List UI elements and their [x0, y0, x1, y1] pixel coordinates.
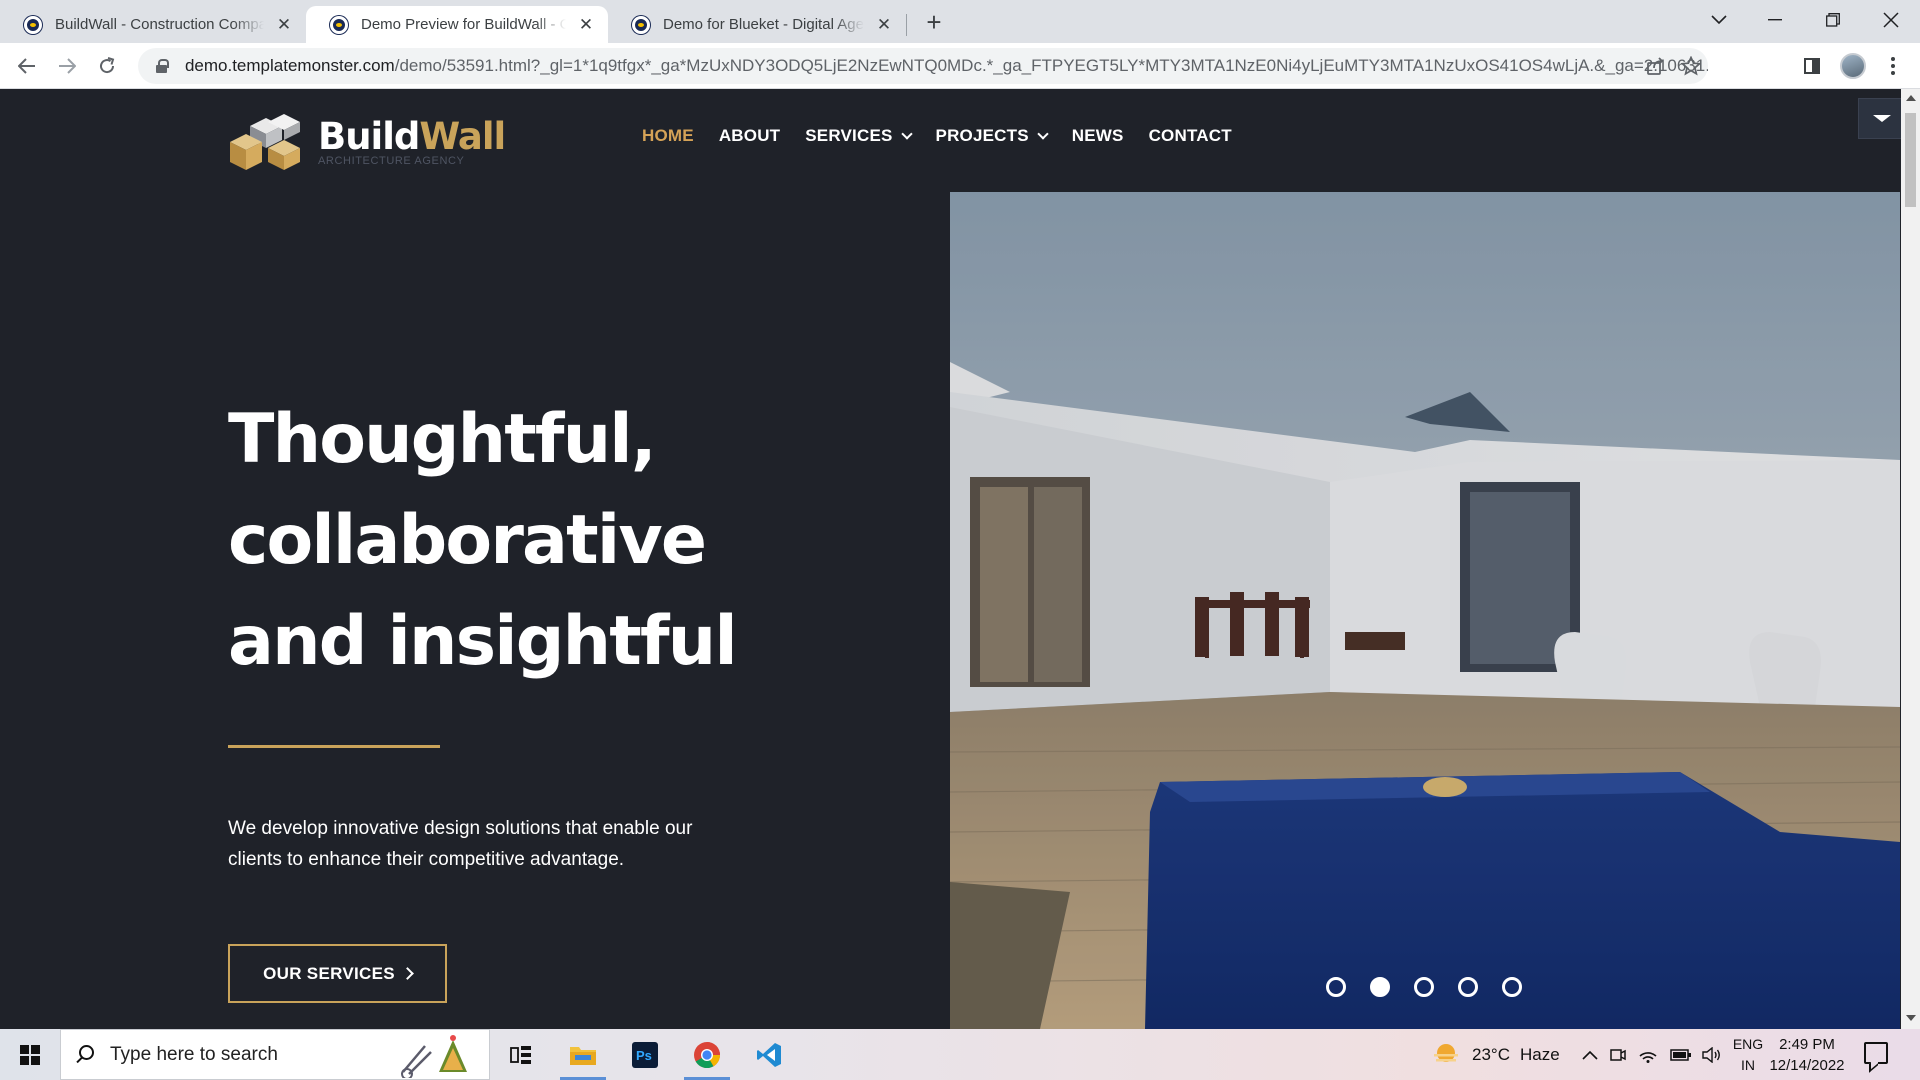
tab-title: BuildWall - Construction Company [55, 16, 264, 33]
star-icon[interactable] [1676, 51, 1706, 81]
weather-temperature[interactable]: 23°C [1472, 1045, 1510, 1065]
search-highlight-icon [401, 1035, 467, 1078]
windows-taskbar: Type here to search Ps 23°C Haze ENG IN [0, 1029, 1920, 1080]
kebab-menu-icon[interactable] [1878, 51, 1908, 81]
browser-tab-3[interactable]: Demo for Blueket - Digital Agency ✕ [608, 6, 906, 43]
notification-icon[interactable] [1864, 1042, 1888, 1064]
slider-dot-active[interactable] [1370, 977, 1390, 997]
chevron-up-icon[interactable] [1582, 1050, 1598, 1060]
nav-item-about[interactable]: ABOUT [719, 126, 780, 146]
share-icon[interactable] [1640, 51, 1670, 81]
chevron-right-icon [401, 967, 414, 980]
scroll-up-arrow-icon[interactable] [1906, 95, 1916, 101]
hero-title: Thoughtful, collaborative and insightful [228, 400, 738, 681]
weather-condition[interactable]: Haze [1520, 1045, 1560, 1065]
clock[interactable]: 2:49 PM 12/14/2022 [1762, 1034, 1852, 1076]
browser-tab-strip: BuildWall - Construction Company ✕ Demo … [0, 0, 1920, 43]
minimize-icon[interactable] [1752, 0, 1798, 40]
our-services-button[interactable]: OUR SERVICES [228, 944, 447, 1003]
clock-date: 12/14/2022 [1769, 1057, 1845, 1074]
logo-cubes-icon [228, 108, 310, 176]
tab-title: Demo Preview for BuildWall - Constructio… [361, 16, 566, 33]
tab-title: Demo for Blueket - Digital Agency [663, 16, 864, 33]
slider-dot[interactable] [1458, 977, 1478, 997]
nav-item-services[interactable]: SERVICES [805, 126, 913, 146]
language-indicator[interactable]: ENG IN [1730, 1034, 1766, 1076]
task-view-icon[interactable] [492, 1029, 550, 1080]
nav-item-projects[interactable]: PROJECTS [936, 126, 1049, 146]
vscode-icon[interactable] [740, 1029, 798, 1080]
close-window-icon[interactable] [1868, 0, 1914, 40]
close-icon[interactable]: ✕ [576, 15, 596, 35]
scroll-down-arrow-icon[interactable] [1906, 1015, 1916, 1021]
close-icon[interactable]: ✕ [874, 15, 894, 35]
favicon-icon [330, 15, 348, 34]
main-navigation: HOME ABOUT SERVICES PROJECTS NEWS CONTAC… [642, 126, 1257, 146]
favicon-icon [632, 15, 650, 34]
lock-icon[interactable] [156, 59, 169, 73]
photoshop-icon[interactable]: Ps [616, 1029, 674, 1080]
sidebar-icon[interactable] [1797, 51, 1827, 81]
tab-search-chevron-icon[interactable] [1696, 0, 1742, 40]
logo-wordmark: BuildWall [318, 115, 506, 158]
system-tray: 23°C Haze [1432, 1029, 1722, 1080]
address-bar[interactable]: demo.templatemonster.com/demo/53591.html… [138, 48, 1708, 84]
browser-tab-2[interactable]: Demo Preview for BuildWall - Constructio… [306, 6, 608, 43]
nav-item-contact[interactable]: CONTACT [1149, 126, 1232, 146]
browser-tab-1[interactable]: BuildWall - Construction Company ✕ [0, 6, 306, 43]
wifi-icon[interactable] [1638, 1047, 1658, 1063]
favicon-icon [24, 15, 42, 34]
search-placeholder: Type here to search [110, 1043, 278, 1065]
chevron-down-icon [900, 128, 913, 140]
scrollbar-thumb[interactable] [1905, 113, 1916, 207]
hero-description: We develop innovative design solutions t… [228, 818, 693, 870]
hero-divider [228, 745, 440, 748]
website-viewport: BuildWall ARCHITECTURE AGENCY HOME ABOUT… [0, 89, 1920, 1029]
svg-text:Ps: Ps [636, 1048, 652, 1063]
browser-toolbar: demo.templatemonster.com/demo/53591.html… [0, 43, 1920, 89]
volume-icon[interactable] [1701, 1046, 1722, 1063]
slider-dot[interactable] [1414, 977, 1434, 997]
slider-dot[interactable] [1502, 977, 1522, 997]
battery-icon[interactable] [1669, 1048, 1692, 1062]
windows-logo-icon [20, 1044, 40, 1065]
reload-icon[interactable] [92, 51, 122, 81]
file-explorer-icon[interactable] [554, 1029, 612, 1080]
slider-dot[interactable] [1326, 977, 1346, 997]
meet-now-icon[interactable] [1609, 1046, 1626, 1064]
weather-icon[interactable] [1432, 1042, 1460, 1068]
close-icon[interactable]: ✕ [274, 15, 294, 35]
url-text[interactable]: demo.templatemonster.com/demo/53591.html… [185, 56, 1708, 76]
slider-pagination [1326, 977, 1546, 997]
page-scrollbar[interactable] [1901, 89, 1920, 1029]
site-logo[interactable]: BuildWall ARCHITECTURE AGENCY [228, 107, 518, 177]
nav-item-home[interactable]: HOME [642, 126, 694, 146]
chrome-icon[interactable] [678, 1029, 736, 1080]
forward-arrow-icon[interactable] [52, 51, 82, 81]
demo-panel-toggle[interactable] [1858, 98, 1906, 139]
taskbar-search-box[interactable]: Type here to search [60, 1029, 490, 1080]
new-tab-button[interactable]: + [920, 7, 948, 37]
search-icon [79, 1045, 94, 1060]
back-arrow-icon[interactable] [12, 51, 42, 81]
avatar[interactable] [1840, 53, 1866, 79]
restore-icon[interactable] [1810, 0, 1856, 40]
chevron-down-icon [1037, 128, 1049, 140]
start-button[interactable] [0, 1029, 60, 1080]
hero-slider-image [950, 192, 1900, 1029]
nav-item-news[interactable]: NEWS [1072, 126, 1124, 146]
tab-separator [906, 14, 907, 36]
clock-time: 2:49 PM [1779, 1036, 1835, 1053]
